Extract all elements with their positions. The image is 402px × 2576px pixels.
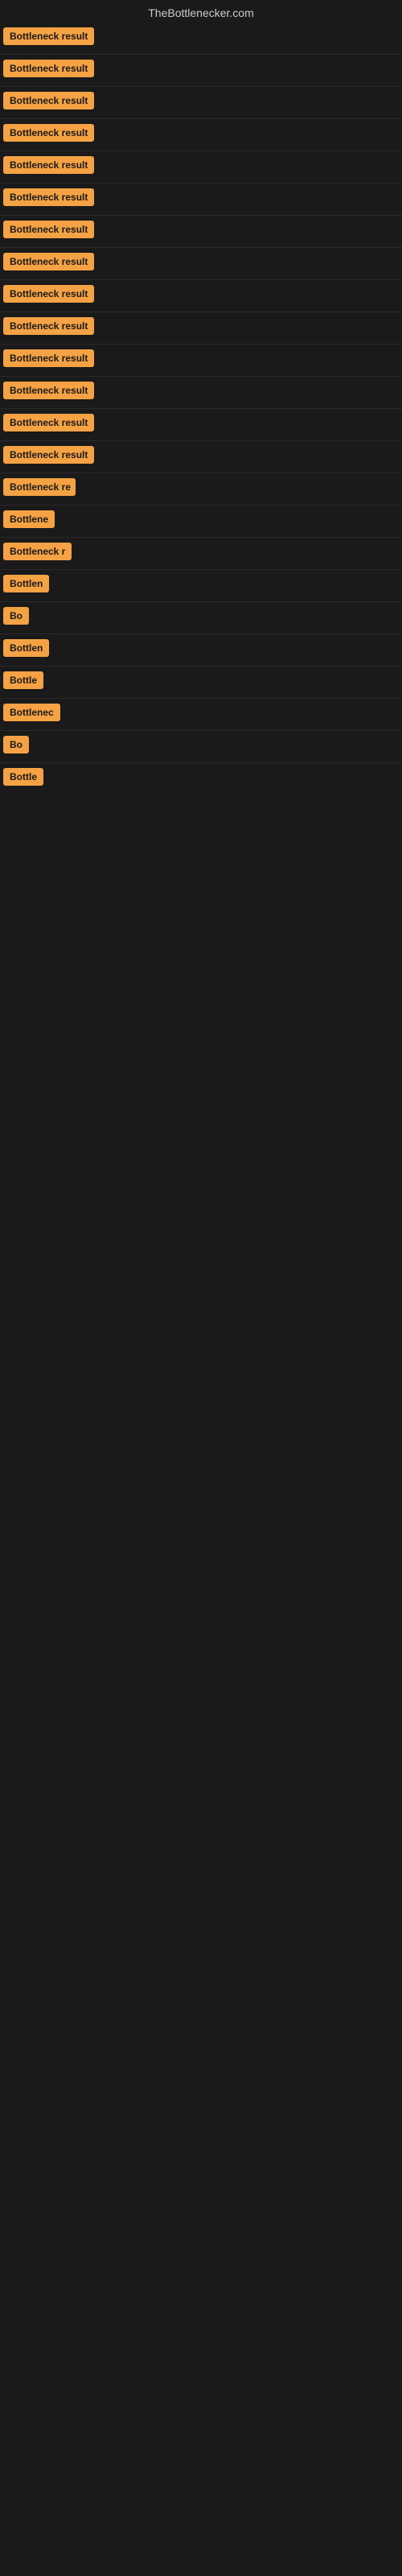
- list-item: Bottleneck result: [0, 248, 402, 280]
- bottleneck-result-badge[interactable]: Bottle: [3, 671, 43, 689]
- list-item: Bottleneck result: [0, 151, 402, 184]
- bottleneck-result-badge[interactable]: Bottlenec: [3, 704, 60, 721]
- list-item: Bottleneck result: [0, 280, 402, 312]
- list-item: Bottlen: [0, 570, 402, 602]
- list-item: Bottleneck result: [0, 216, 402, 248]
- bottleneck-result-badge[interactable]: Bottleneck result: [3, 317, 94, 335]
- bottleneck-result-badge[interactable]: Bottleneck r: [3, 543, 72, 560]
- bottleneck-result-badge[interactable]: Bottlene: [3, 510, 55, 528]
- bottleneck-result-badge[interactable]: Bottleneck result: [3, 27, 94, 45]
- bottleneck-result-badge[interactable]: Bottlen: [3, 639, 49, 657]
- list-item: Bottleneck result: [0, 312, 402, 345]
- bottleneck-result-badge[interactable]: Bottle: [3, 768, 43, 786]
- site-title-container: TheBottlenecker.com: [0, 0, 402, 23]
- site-title: TheBottlenecker.com: [0, 0, 402, 23]
- list-item: Bottleneck result: [0, 23, 402, 55]
- list-item: Bo: [0, 731, 402, 763]
- list-item: Bottleneck r: [0, 538, 402, 570]
- bottleneck-result-badge[interactable]: Bottleneck result: [3, 156, 94, 174]
- list-item: Bottleneck result: [0, 87, 402, 119]
- list-item: Bottlene: [0, 506, 402, 538]
- bottleneck-result-badge[interactable]: Bottlen: [3, 575, 49, 592]
- bottleneck-result-badge[interactable]: Bottleneck result: [3, 221, 94, 238]
- list-item: Bottleneck result: [0, 345, 402, 377]
- bottleneck-result-badge[interactable]: Bottleneck result: [3, 60, 94, 77]
- list-item: Bottleneck result: [0, 119, 402, 151]
- list-item: Bottleneck result: [0, 441, 402, 473]
- list-item: Bottleneck result: [0, 377, 402, 409]
- bottleneck-result-badge[interactable]: Bottleneck result: [3, 124, 94, 142]
- bottleneck-result-badge[interactable]: Bottleneck result: [3, 285, 94, 303]
- bottleneck-result-badge[interactable]: Bottleneck result: [3, 253, 94, 270]
- list-item: Bottleneck result: [0, 184, 402, 216]
- list-item: Bottleneck result: [0, 55, 402, 87]
- list-item: Bottle: [0, 667, 402, 699]
- bottleneck-result-badge[interactable]: Bottleneck result: [3, 382, 94, 399]
- results-list: Bottleneck result Bottleneck result Bottle…: [0, 23, 402, 795]
- bottleneck-result-badge[interactable]: Bottleneck result: [3, 92, 94, 109]
- bottleneck-result-badge[interactable]: Bottleneck result: [3, 188, 94, 206]
- list-item: Bottlenec: [0, 699, 402, 731]
- list-item: Bottleneck result: [0, 409, 402, 441]
- bottleneck-result-badge[interactable]: Bottleneck re: [3, 478, 76, 496]
- bottleneck-result-badge[interactable]: Bottleneck result: [3, 414, 94, 431]
- list-item: Bo: [0, 602, 402, 634]
- bottleneck-result-badge[interactable]: Bottleneck result: [3, 446, 94, 464]
- list-item: Bottle: [0, 763, 402, 795]
- bottleneck-result-badge[interactable]: Bo: [3, 607, 29, 625]
- list-item: Bottlen: [0, 634, 402, 667]
- bottleneck-result-badge[interactable]: Bottleneck result: [3, 349, 94, 367]
- list-item: Bottleneck re: [0, 473, 402, 506]
- bottleneck-result-badge[interactable]: Bo: [3, 736, 29, 753]
